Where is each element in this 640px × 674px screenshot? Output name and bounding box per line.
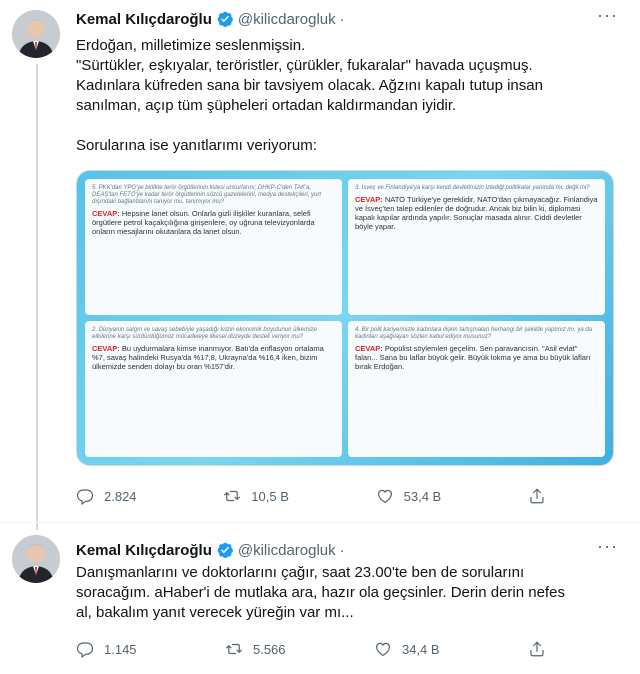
like-button[interactable]: 34,4 B [374,639,440,659]
tweet-text: Erdoğan, milletimize seslenmişsin. "Sürt… [76,36,620,156]
media-panel: 5. PKK'dan YPG'ye birlikte terör örgütle… [85,179,342,315]
tweet-line: al, bakalım yanıt verecek yüreğin var mı… [76,604,354,621]
reply-button[interactable]: 1.145 [76,639,137,659]
reply-count: 2.824 [104,488,137,504]
panel-question: 5. PKK'dan YPG'ye birlikte terör örgütle… [92,185,322,205]
panel-question: 4. Bir polit kariyerinizle kadınlara ili… [355,327,593,340]
tweet-line: Kadınlara küfreden sana bir tavsiyem ola… [76,77,543,94]
retweet-button[interactable]: 10,5 B [223,486,289,506]
panel-answer: CEVAP: Popülist söylemleri geçelim. Sen … [355,344,598,371]
tweet-actions: 2.824 10,5 B 53,4 B [76,486,546,506]
more-options-icon[interactable]: ··· [597,6,618,24]
media-panel: 4. Bir polit kariyerinizle kadınlara ili… [348,321,605,457]
panel-answer: CEVAP: Bu uydurmalara kimse inanmıyor. B… [92,344,335,371]
retweet-count: 5.566 [252,641,286,657]
panel-question: 2. Dünyanın salgın ve savaş sebebiyle ya… [92,327,317,340]
tweet-2[interactable]: Kemal Kılıçdaroğlu @kilicdarogluk · ··· … [0,522,640,674]
media-panel: 3. İsveç ve Finlandiya'ya karşı kendi de… [348,179,605,315]
like-count: 34,4 B [401,641,440,657]
reply-count: 1.145 [104,641,137,657]
reply-icon [76,642,94,658]
tweet-1[interactable]: Kemal Kılıçdaroğlu @kilicdarogluk · ··· … [0,0,640,530]
tweet-header: Kemal Kılıçdaroğlu @kilicdarogluk · [76,10,345,28]
tweet-line: Sorularına ise yanıtlarımı veriyorum: [76,137,317,154]
share-icon [530,488,544,504]
like-icon [375,642,390,657]
tweet-line: Danışmanlarını ve doktorlarını çağır, sa… [76,564,525,581]
author-handle[interactable]: @kilicdarogluk [238,542,336,559]
retweet-icon [225,643,243,655]
tweet-line: "Sürtükler, eşkıyalar, teröristler, çürü… [76,57,533,74]
answer-text: NATO Türkiye'ye gereklidir, NATO'dan çık… [355,195,598,231]
answer-text: Popülist söylemleri geçelim. Sen paravan… [355,344,591,371]
share-button[interactable] [528,486,546,506]
tweet-line: soracağım. aHaber'i de mutlaka ara, hazı… [76,584,565,601]
tweet-line: Erdoğan, milletimize seslenmişsin. [76,37,306,54]
retweet-count: 10,5 B [251,488,289,504]
media-panel: 2. Dünyanın salgın ve savaş sebebiyle ya… [85,321,342,457]
answer-label: CEVAP: [92,209,120,218]
avatar[interactable] [12,535,60,583]
more-options-icon[interactable]: ··· [597,537,618,555]
author-name[interactable]: Kemal Kılıçdaroğlu [76,11,212,28]
separator-dot: · [339,541,345,559]
avatar-portrait-icon [12,535,60,583]
tweet-header: Kemal Kılıçdaroğlu @kilicdarogluk · [76,541,345,559]
avatar-portrait-icon [12,10,60,58]
share-button[interactable] [528,639,546,659]
author-handle[interactable]: @kilicdarogluk [238,11,336,28]
verified-badge-icon [216,541,234,559]
retweet-button[interactable]: 5.566 [225,639,286,659]
separator-dot: · [339,10,345,28]
panel-answer: CEVAP: NATO Türkiye'ye gereklidir, NATO'… [355,195,598,231]
thread-line [36,64,38,530]
verified-badge-icon [216,10,234,28]
answer-text: Bu uydurmalara kimse inanmıyor. Batı'da … [92,344,324,371]
panel-answer: CEVAP: Hepsine lanet olsun. Onlarla gizl… [92,209,335,236]
tweet-text: Danışmanlarını ve doktorlarını çağır, sa… [76,563,620,623]
answer-label: CEVAP: [355,344,383,353]
tweet-actions: 1.145 5.566 34,4 B [76,639,546,659]
reply-button[interactable]: 2.824 [76,486,137,506]
answer-label: CEVAP: [355,195,383,204]
reply-icon [76,489,94,505]
panel-question: 3. İsveç ve Finlandiya'ya karşı kendi de… [355,185,590,191]
retweet-icon [224,490,241,502]
like-button[interactable]: 53,4 B [376,486,442,506]
tweet-image[interactable]: 5. PKK'dan YPG'ye birlikte terör örgütle… [76,170,614,466]
share-icon [530,641,544,657]
like-count: 53,4 B [403,488,442,504]
tweet-line: sanılman, açıp tüm şüpheleri ortadan kal… [76,97,457,114]
avatar[interactable] [12,10,60,58]
answer-label: CEVAP: [92,344,120,353]
like-icon [377,489,392,504]
answer-text: Hepsine lanet olsun. Onlarla gizli ilişk… [92,209,315,236]
author-name[interactable]: Kemal Kılıçdaroğlu [76,542,212,559]
